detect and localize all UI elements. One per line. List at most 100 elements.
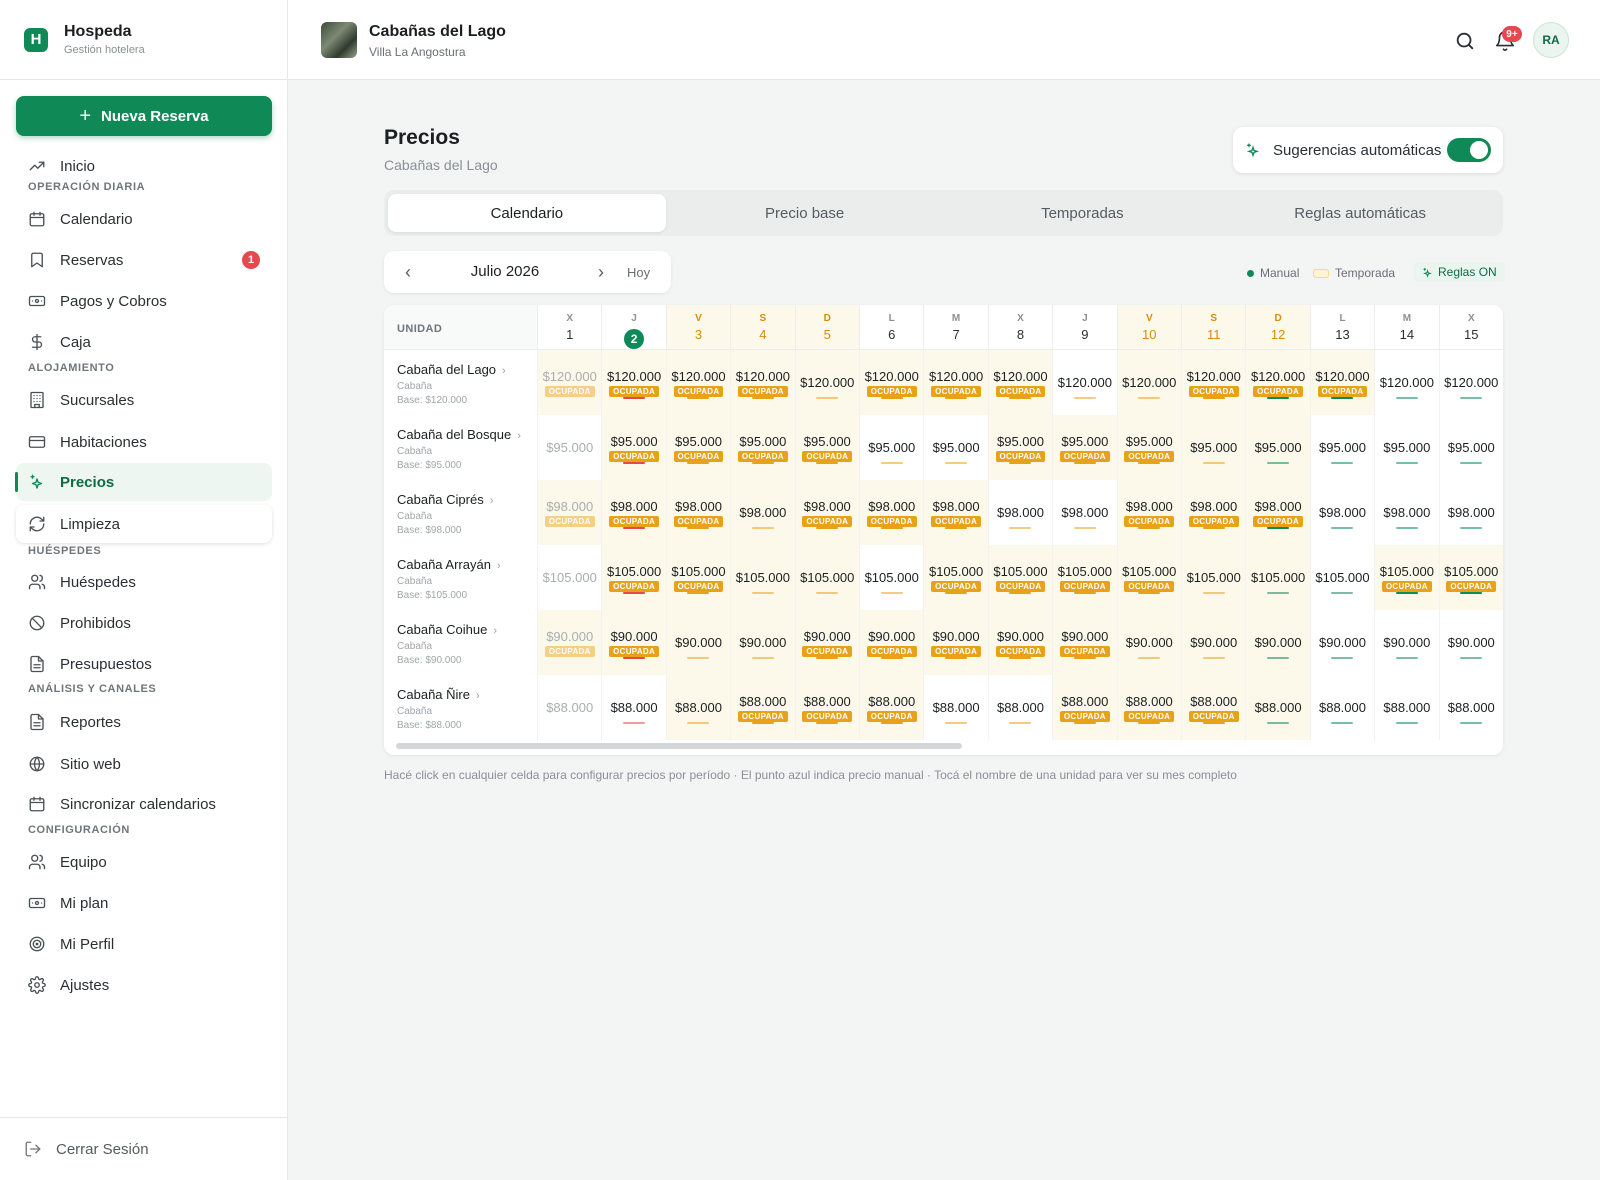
price-cell[interactable]: $105.000 [537,545,601,610]
chevron-right-icon[interactable]: › [591,262,611,282]
logout-button[interactable]: Cerrar Sesión [0,1117,288,1180]
price-cell[interactable]: $105.000 OCUPADA [987,545,1053,610]
unit-name[interactable]: Cabaña del Lago › [397,362,537,377]
price-cell[interactable]: $88.000 OCUPADA [1052,675,1117,740]
price-cell[interactable]: $90.000 [665,610,731,675]
price-cell[interactable]: $95.000 OCUPADA [601,415,666,480]
price-cell[interactable]: $120.000 [1374,350,1438,415]
price-cell[interactable]: $105.000 [859,545,923,610]
sidebar-item-reservas[interactable]: Reservas 1 [16,241,272,279]
price-cell[interactable]: $105.000 [794,545,859,610]
price-cell[interactable]: $90.000 OCUPADA [987,610,1053,675]
unit-row-label[interactable]: Cabaña Coihue › Cabaña Base: $90.000 [384,610,537,675]
price-cell[interactable]: $98.000 [1052,480,1116,545]
price-cell[interactable]: $98.000 OCUPADA [665,480,731,545]
price-cell[interactable]: $88.000 [923,675,987,740]
price-cell[interactable]: $95.000 [1245,415,1310,480]
price-cell[interactable]: $120.000 OCUPADA [1181,350,1246,415]
avatar[interactable]: RA [1533,22,1569,58]
unit-name[interactable]: Cabaña Coihue › [397,622,537,637]
price-cell[interactable]: $88.000 [537,675,601,740]
price-cell[interactable]: $120.000 OCUPADA [987,350,1053,415]
sidebar-item-reportes[interactable]: Reportes [16,703,272,741]
price-cell[interactable]: $90.000 [1181,610,1246,675]
price-cell[interactable]: $90.000 [1374,610,1438,675]
price-cell[interactable]: $98.000 OCUPADA [859,480,924,545]
today-button[interactable]: Hoy [627,265,650,280]
price-cell[interactable]: $98.000 OCUPADA [923,480,988,545]
legend-rules-badge[interactable]: Reglas ON [1414,262,1505,282]
price-cell[interactable]: $105.000 [1245,545,1310,610]
price-cell[interactable]: $95.000 [1309,415,1374,480]
price-cell[interactable]: $98.000 OCUPADA [537,480,602,545]
sidebar-item-prohibidos[interactable]: Prohibidos [16,604,272,642]
price-cell[interactable]: $98.000 [1309,480,1374,545]
price-cell[interactable]: $90.000 [730,610,795,675]
price-cell[interactable]: $120.000 OCUPADA [1309,350,1375,415]
sidebar-item-mi-plan[interactable]: Mi plan [16,884,272,922]
price-cell[interactable]: $95.000 OCUPADA [1116,415,1181,480]
tab-reglas-automáticas[interactable]: Reglas automáticas [1221,194,1499,232]
price-cell[interactable]: $88.000 [1438,675,1503,740]
price-cell[interactable]: $105.000 OCUPADA [665,545,731,610]
price-cell[interactable]: $120.000 [1438,350,1503,415]
price-cell[interactable]: $95.000 [923,415,987,480]
price-cell[interactable]: $105.000 OCUPADA [923,545,988,610]
price-cell[interactable]: $120.000 OCUPADA [859,350,924,415]
price-cell[interactable]: $90.000 [1438,610,1503,675]
new-reservation-button[interactable]: + Nueva Reserva [16,96,272,136]
auto-suggestions-toggle[interactable] [1447,138,1491,162]
sidebar-item-precios[interactable]: Precios [15,463,272,501]
unit-name[interactable]: Cabaña del Bosque › [397,427,537,442]
price-cell[interactable]: $120.000 OCUPADA [601,350,666,415]
price-cell[interactable]: $105.000 OCUPADA [601,545,666,610]
sidebar-item-calendario[interactable]: Calendario [16,200,272,238]
price-cell[interactable]: $120.000 [794,350,859,415]
price-cell[interactable]: $90.000 [1245,610,1310,675]
tab-temporadas[interactable]: Temporadas [944,194,1222,232]
price-cell[interactable]: $98.000 [1374,480,1438,545]
price-cell[interactable]: $88.000 [1245,675,1310,740]
price-cell[interactable]: $95.000 OCUPADA [987,415,1053,480]
price-cell[interactable]: $90.000 OCUPADA [859,610,924,675]
chevron-left-icon[interactable]: ‹ [398,262,418,282]
price-cell[interactable]: $95.000 [1374,415,1438,480]
price-cell[interactable]: $90.000 OCUPADA [1052,610,1117,675]
price-cell[interactable]: $88.000 OCUPADA [1116,675,1181,740]
price-cell[interactable]: $88.000 OCUPADA [794,675,859,740]
price-cell[interactable]: $95.000 OCUPADA [730,415,795,480]
price-cell[interactable]: $105.000 OCUPADA [1052,545,1117,610]
price-cell[interactable]: $95.000 [537,415,601,480]
price-cell[interactable]: $95.000 [859,415,923,480]
price-cell[interactable]: $88.000 OCUPADA [730,675,795,740]
brand[interactable]: H Hospeda Gestión hotelera [0,0,287,80]
price-cell[interactable]: $98.000 OCUPADA [601,480,666,545]
unit-name[interactable]: Cabaña Ñire › [397,687,537,702]
price-cell[interactable]: $88.000 [1309,675,1374,740]
price-cell[interactable]: $105.000 [1309,545,1374,610]
search-icon[interactable] [1454,30,1476,52]
sidebar-item-habitaciones[interactable]: Habitaciones [16,423,272,461]
sidebar-item-limpieza[interactable]: Limpieza [16,505,272,543]
price-cell[interactable]: $120.000 [1116,350,1181,415]
price-cell[interactable]: $90.000 OCUPADA [923,610,988,675]
price-cell[interactable]: $88.000 OCUPADA [1181,675,1246,740]
price-cell[interactable]: $90.000 OCUPADA [537,610,602,675]
unit-name[interactable]: Cabaña Ciprés › [397,492,537,507]
sidebar-item-caja[interactable]: Caja [16,323,272,361]
tab-precio-base[interactable]: Precio base [666,194,944,232]
price-cell[interactable]: $95.000 OCUPADA [1052,415,1117,480]
sidebar-item-pagos-y-cobros[interactable]: Pagos y Cobros [16,282,272,320]
horizontal-scrollbar[interactable] [392,742,1495,750]
price-cell[interactable]: $120.000 [1052,350,1116,415]
sidebar-item-equipo[interactable]: Equipo [16,843,272,881]
price-cell[interactable]: $105.000 OCUPADA [1374,545,1439,610]
price-cell[interactable]: $88.000 [601,675,665,740]
price-cell[interactable]: $105.000 [730,545,795,610]
price-cell[interactable]: $98.000 OCUPADA [1181,480,1246,545]
property-name[interactable]: Cabañas del Lago [369,23,506,41]
unit-row-label[interactable]: Cabaña Arrayán › Cabaña Base: $105.000 [384,545,537,610]
price-cell[interactable]: $120.000 OCUPADA [730,350,795,415]
price-cell[interactable]: $105.000 OCUPADA [1116,545,1181,610]
price-cell[interactable]: $90.000 [1116,610,1181,675]
